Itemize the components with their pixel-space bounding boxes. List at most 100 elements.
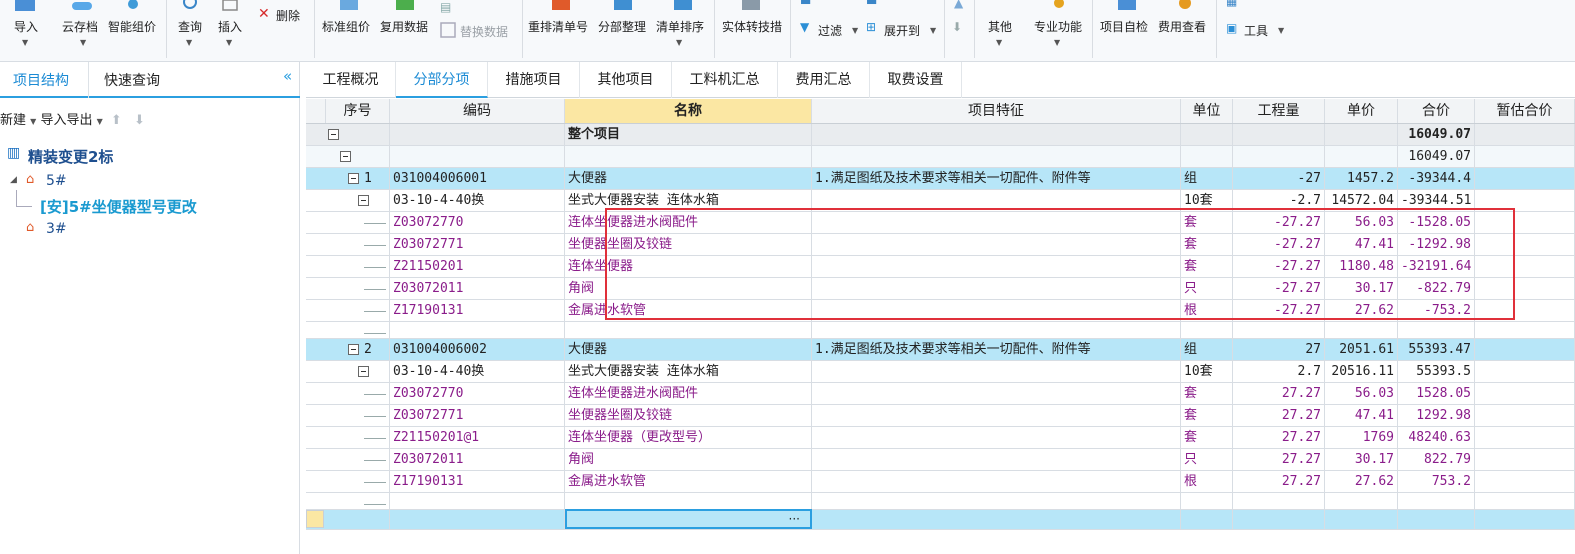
cell-feat[interactable] — [812, 449, 1181, 470]
table-row[interactable]: 03-10-4-40换 坐式大便器安装 连体水箱 10套 -2.7 14572.04 -3… — [306, 190, 1575, 212]
cell-qty[interactable]: -27.27 — [1233, 278, 1325, 299]
cell-prov[interactable] — [1475, 405, 1575, 426]
section-tidy-button[interactable]: 分部整理 — [598, 18, 646, 35]
tree-node-5-change[interactable]: [安]5#坐便器型号更改 — [40, 196, 197, 217]
collapse-toggle-icon[interactable] — [358, 366, 369, 377]
cloud-save-button[interactable]: 云存档 — [62, 18, 98, 35]
cell-name[interactable]: 连体坐便器进水阀配件 — [565, 383, 812, 404]
cell-unit[interactable]: 10套 — [1181, 190, 1233, 211]
cell-seq[interactable] — [306, 405, 390, 426]
cell-prov[interactable] — [1475, 510, 1575, 529]
cell-qty[interactable]: 27.27 — [1233, 471, 1325, 492]
header-quantity[interactable]: 工程量 — [1233, 99, 1325, 123]
cell-total[interactable]: 48240.63 — [1398, 427, 1475, 448]
cell-prov[interactable] — [1475, 256, 1575, 277]
delete-button[interactable]: 删除 — [276, 7, 300, 24]
arrow-down-icon[interactable]: ⬇ — [952, 20, 962, 34]
cell-total[interactable] — [1398, 510, 1475, 529]
cell-feat[interactable] — [812, 278, 1181, 299]
header-unit[interactable]: 单位 — [1181, 99, 1233, 123]
cell-unit[interactable]: 根 — [1181, 471, 1233, 492]
cell-total[interactable]: 822.79 — [1398, 449, 1475, 470]
cell-total[interactable]: -753.2 — [1398, 300, 1475, 321]
cell-unit[interactable]: 套 — [1181, 405, 1233, 426]
cell-name[interactable] — [565, 146, 812, 167]
cell-code[interactable]: Z03072771 — [390, 234, 565, 255]
cell-feat[interactable] — [812, 300, 1181, 321]
cell-name[interactable]: 坐式大便器安装 连体水箱 — [565, 361, 812, 382]
cell-feat[interactable] — [812, 124, 1181, 145]
list-item-row[interactable]: 1 031004006001 大便器 1.满足图纸及技术要求等相关一切配件、附件等组 -… — [306, 168, 1575, 190]
material-row[interactable]: Z03072011 角阀 只 -27.27 30.17 -822.79 — [306, 278, 1575, 300]
cell-seq[interactable] — [306, 278, 390, 299]
cell-prov[interactable] — [1475, 449, 1575, 470]
cell-qty[interactable]: 2.7 — [1233, 361, 1325, 382]
cell-qty[interactable]: 27.27 — [1233, 405, 1325, 426]
cell-prov[interactable] — [1475, 234, 1575, 255]
collapse-toggle-icon[interactable] — [358, 195, 369, 206]
cell-name[interactable]: 坐式大便器安装 连体水箱 — [565, 190, 812, 211]
cell-qty[interactable]: -2.7 — [1233, 190, 1325, 211]
material-row[interactable]: Z03072771 坐便器坐圈及铰链 套 -27.27 47.41 -1292.98 — [306, 234, 1575, 256]
cell-total[interactable]: -32191.64 — [1398, 256, 1475, 277]
cell-qty[interactable]: 27.27 — [1233, 427, 1325, 448]
cell-seq[interactable] — [306, 322, 390, 338]
cell-seq[interactable] — [306, 383, 390, 404]
cell-feat[interactable] — [812, 256, 1181, 277]
arrow-up-icon[interactable]: ▲ — [954, 0, 963, 10]
cell-seq[interactable]: 1 — [306, 168, 390, 189]
cell-price[interactable]: 56.03 — [1325, 212, 1398, 233]
material-row[interactable]: Z21150201 连体坐便器 套 -27.27 1180.48 -32191.64 — [306, 256, 1575, 278]
query-button[interactable]: 查询 — [178, 18, 202, 35]
cell-name[interactable]: 坐便器坐圈及铰链 — [565, 234, 812, 255]
cell-unit[interactable]: 套 — [1181, 212, 1233, 233]
cell-seq[interactable] — [306, 146, 390, 167]
cell-seq[interactable] — [306, 190, 390, 211]
tree-root-node[interactable]: 精装变更2标 — [28, 146, 113, 167]
collapse-panel-icon[interactable]: « — [283, 67, 292, 85]
table-row[interactable]: 整个项目 16049.07 — [306, 124, 1575, 146]
cell-code[interactable]: 031004006002 — [390, 339, 565, 360]
cell-code[interactable] — [390, 124, 565, 145]
cell-total[interactable] — [1398, 493, 1475, 509]
cell-prov[interactable] — [1475, 427, 1575, 448]
cell-seq[interactable] — [306, 449, 390, 470]
tab-fee-settings[interactable]: 取费设置 — [870, 62, 962, 98]
cell-prov[interactable] — [1475, 339, 1575, 360]
list-item-row[interactable]: 2 031004006002 大便器 1.满足图纸及技术要求等相关一切配件、附件等组 2… — [306, 339, 1575, 361]
cell-name[interactable]: 角阀 — [565, 278, 812, 299]
import-button[interactable]: 导入 — [14, 18, 38, 35]
filter-button[interactable]: 过滤 — [818, 22, 842, 39]
tools-button[interactable]: 工具 — [1244, 22, 1268, 39]
tab-project-overview[interactable]: 工程概况 — [306, 62, 396, 98]
cell-feat[interactable] — [812, 427, 1181, 448]
cell-price[interactable]: 1180.48 — [1325, 256, 1398, 277]
cell-unit[interactable] — [1181, 146, 1233, 167]
cell-prov[interactable] — [1475, 300, 1575, 321]
material-row[interactable]: Z21150201@1 连体坐便器（更改型号） 套 27.27 1769 48240.63 — [306, 427, 1575, 449]
cell-unit[interactable]: 套 — [1181, 383, 1233, 404]
cell-price[interactable]: 47.41 — [1325, 234, 1398, 255]
import-export-button[interactable]: 导入导出 — [40, 113, 92, 128]
cell-prov[interactable] — [1475, 383, 1575, 404]
cell-feat[interactable] — [812, 322, 1181, 338]
cell-seq[interactable]: 2 — [306, 339, 390, 360]
cell-qty[interactable]: 27.27 — [1233, 449, 1325, 470]
new-button[interactable]: 新建 — [0, 113, 26, 128]
cell-total[interactable]: 1292.98 — [1398, 405, 1475, 426]
cell-feat[interactable] — [812, 383, 1181, 404]
tab-fee-summary[interactable]: 费用汇总 — [778, 62, 870, 98]
cell-qty[interactable]: -27.27 — [1233, 212, 1325, 233]
move-up-icon[interactable]: ⬆ — [111, 113, 122, 128]
cell-prov[interactable] — [1475, 190, 1575, 211]
cell-unit[interactable]: 组 — [1181, 339, 1233, 360]
material-row[interactable]: Z03072771 坐便器坐圈及铰链 套 27.27 47.41 1292.98 — [306, 405, 1575, 427]
table-row[interactable]: 16049.07 — [306, 146, 1575, 168]
cell-unit[interactable]: 只 — [1181, 278, 1233, 299]
expand-arrow-icon[interactable]: ◢ — [10, 175, 17, 185]
cell-unit[interactable] — [1181, 322, 1233, 338]
cell-total[interactable]: 16049.07 — [1398, 124, 1475, 145]
tree-node-5[interactable]: 5# — [46, 173, 67, 189]
cell-qty[interactable]: 27 — [1233, 339, 1325, 360]
material-row[interactable]: Z03072770 连体坐便器进水阀配件 套 -27.27 56.03 -1528.05 — [306, 212, 1575, 234]
